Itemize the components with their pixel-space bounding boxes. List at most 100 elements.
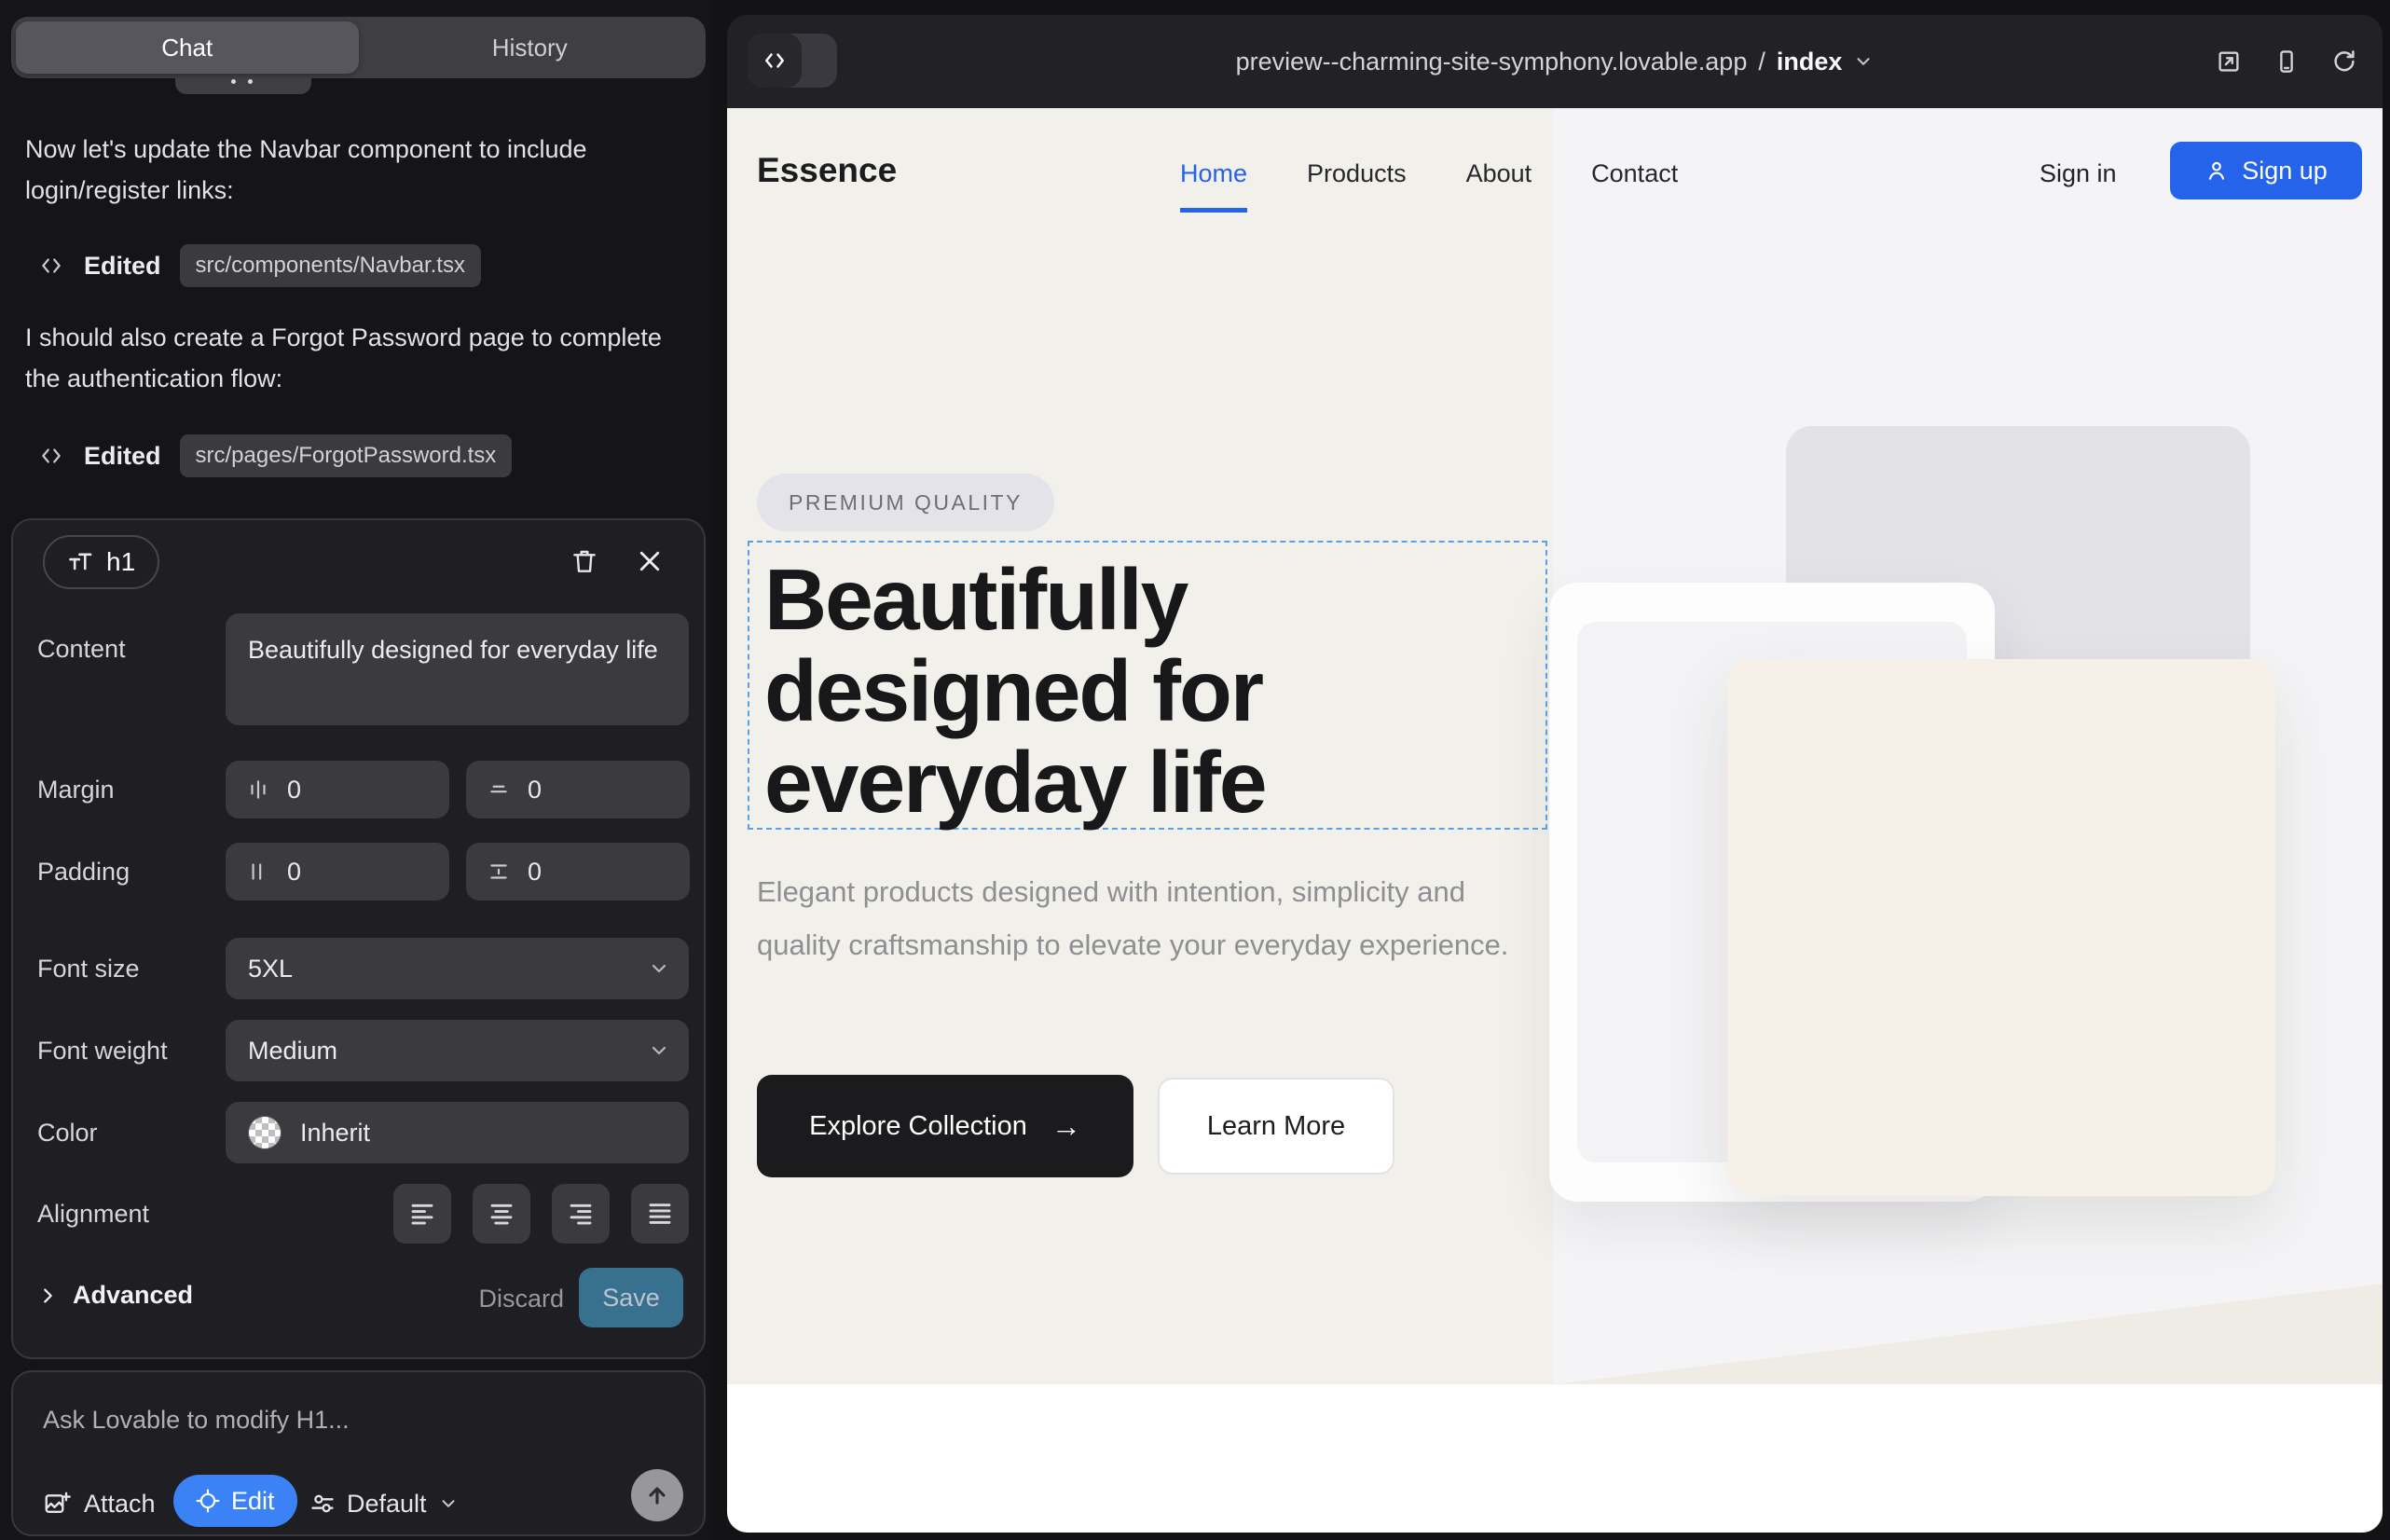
selected-element-tag-chip: h1 — [43, 535, 159, 589]
edit-action-label: Edited — [84, 252, 161, 281]
font-size-select[interactable]: 5XL — [226, 938, 689, 999]
hero-description[interactable]: Elegant products designed with intention… — [757, 865, 1531, 971]
edit-label: Edit — [231, 1487, 275, 1516]
edited-file-chip[interactable]: src/components/Navbar.tsx — [180, 244, 481, 287]
dot — [248, 79, 253, 84]
premium-quality-badge[interactable]: PREMIUM QUALITY — [757, 474, 1054, 531]
hero-heading[interactable]: Beautifully designed for everyday life — [764, 554, 1266, 828]
padding-x-input[interactable]: 0 — [226, 843, 449, 901]
chevron-down-icon — [438, 1493, 459, 1514]
nav-link-home[interactable]: Home — [1180, 159, 1247, 188]
discard-button[interactable]: Discard — [478, 1285, 564, 1313]
close-editor-button[interactable] — [631, 543, 668, 580]
panel-tabs: Chat History — [11, 17, 706, 78]
delete-element-button[interactable] — [566, 543, 603, 580]
margin-x-input[interactable]: 0 — [226, 761, 449, 818]
code-icon — [37, 444, 65, 468]
align-right-button[interactable] — [552, 1184, 610, 1244]
padding-label: Padding — [37, 856, 130, 887]
decor-diagonal-wedge — [1553, 1284, 2383, 1384]
sign-in-link[interactable]: Sign in — [2040, 159, 2117, 188]
font-weight-select[interactable]: Medium — [226, 1020, 689, 1081]
align-justify-button[interactable] — [631, 1184, 689, 1244]
user-icon — [2205, 158, 2229, 183]
padding-y-value: 0 — [528, 858, 542, 887]
color-label: Color — [37, 1117, 98, 1148]
assistant-message: I should also create a Forgot Password p… — [25, 317, 692, 399]
margin-y-value: 0 — [528, 776, 542, 804]
edit-action-label: Edited — [84, 442, 161, 471]
attach-button[interactable]: Attach — [43, 1478, 156, 1529]
align-left-button[interactable] — [393, 1184, 451, 1244]
mode-label: Default — [347, 1490, 427, 1519]
hero-heading-line: Beautifully — [764, 554, 1266, 645]
url-page: index — [1777, 48, 1843, 76]
site-brand[interactable]: Essence — [757, 151, 897, 190]
alignment-label: Alignment — [37, 1198, 149, 1230]
font-weight-label: Font weight — [37, 1035, 168, 1066]
file-edit-row: Edited src/components/Navbar.tsx — [37, 241, 481, 291]
explore-collection-button[interactable]: Explore Collection → — [757, 1075, 1133, 1177]
edit-mode-button[interactable]: Edit — [173, 1475, 297, 1527]
content-input[interactable]: Beautifully designed for everyday life — [226, 613, 689, 725]
site-nav: Home Products About Contact — [1180, 159, 1678, 188]
margin-vertical-icon — [487, 777, 511, 802]
save-button[interactable]: Save — [579, 1268, 683, 1327]
tab-chat[interactable]: Chat — [16, 21, 359, 74]
sign-up-label: Sign up — [2242, 157, 2328, 186]
chevron-down-icon — [648, 957, 670, 980]
color-value: Inherit — [300, 1119, 370, 1148]
nav-link-products[interactable]: Products — [1307, 159, 1407, 188]
chevron-down-icon — [648, 1039, 670, 1062]
edited-file-chip[interactable]: src/pages/ForgotPassword.tsx — [180, 434, 513, 477]
refresh-icon[interactable] — [2330, 48, 2358, 76]
hero-heading-line: designed for — [764, 645, 1266, 736]
site-preview-canvas: Essence Home Products About Contact Sign… — [727, 108, 2383, 1384]
sliders-icon — [309, 1491, 336, 1517]
chevron-right-icon — [37, 1286, 58, 1306]
sign-up-button[interactable]: Sign up — [2170, 142, 2362, 199]
advanced-label: Advanced — [73, 1281, 193, 1310]
composer-input[interactable]: Ask Lovable to modify H1... — [43, 1406, 350, 1435]
explore-collection-label: Explore Collection — [809, 1111, 1027, 1142]
attach-label: Attach — [84, 1490, 156, 1519]
send-button[interactable] — [631, 1469, 683, 1521]
site-lower-section — [727, 1384, 2383, 1533]
margin-y-input[interactable]: 0 — [466, 761, 690, 818]
font-weight-value: Medium — [248, 1037, 337, 1066]
chat-composer: Ask Lovable to modify H1... Attach Edit … — [11, 1370, 706, 1536]
align-center-button[interactable] — [473, 1184, 530, 1244]
type-icon — [67, 549, 93, 575]
nav-link-about[interactable]: About — [1466, 159, 1532, 188]
mode-select-button[interactable]: Default — [309, 1478, 459, 1529]
decor-cream-card — [1727, 659, 2275, 1196]
chevron-down-icon — [1853, 51, 1874, 72]
tab-history[interactable]: History — [359, 21, 702, 74]
element-editor-panel: h1 Content Beautifully designed for ever… — [11, 518, 706, 1359]
chat-panel: Chat History Now let's update the Navbar… — [0, 0, 713, 1540]
hero-heading-line: everyday life — [764, 736, 1266, 828]
open-external-icon[interactable] — [2215, 48, 2243, 76]
truncated-chip — [175, 78, 311, 94]
learn-more-button[interactable]: Learn More — [1158, 1078, 1394, 1175]
advanced-toggle[interactable]: Advanced — [37, 1281, 193, 1310]
element-tag-label: h1 — [106, 547, 135, 577]
padding-horizontal-icon — [246, 859, 270, 884]
assistant-message: Now let's update the Navbar component to… — [25, 129, 692, 211]
url-bar[interactable]: preview--charming-site-symphony.lovable.… — [727, 15, 2383, 108]
font-size-label: Font size — [37, 953, 140, 984]
crosshair-icon — [196, 1489, 220, 1513]
color-select[interactable]: Inherit — [226, 1102, 689, 1163]
mobile-view-icon[interactable] — [2273, 48, 2301, 76]
browser-topbar: preview--charming-site-symphony.lovable.… — [727, 15, 2383, 108]
color-swatch-transparent — [248, 1116, 282, 1149]
nav-link-contact[interactable]: Contact — [1591, 159, 1678, 188]
attach-image-icon — [43, 1490, 71, 1518]
padding-y-input[interactable]: 0 — [466, 843, 690, 901]
browser-actions — [2215, 15, 2358, 108]
url-separator: / — [1758, 48, 1765, 76]
font-size-value: 5XL — [248, 955, 293, 983]
preview-browser: preview--charming-site-symphony.lovable.… — [727, 15, 2383, 1533]
content-label: Content — [37, 633, 126, 665]
padding-vertical-icon — [487, 859, 511, 884]
